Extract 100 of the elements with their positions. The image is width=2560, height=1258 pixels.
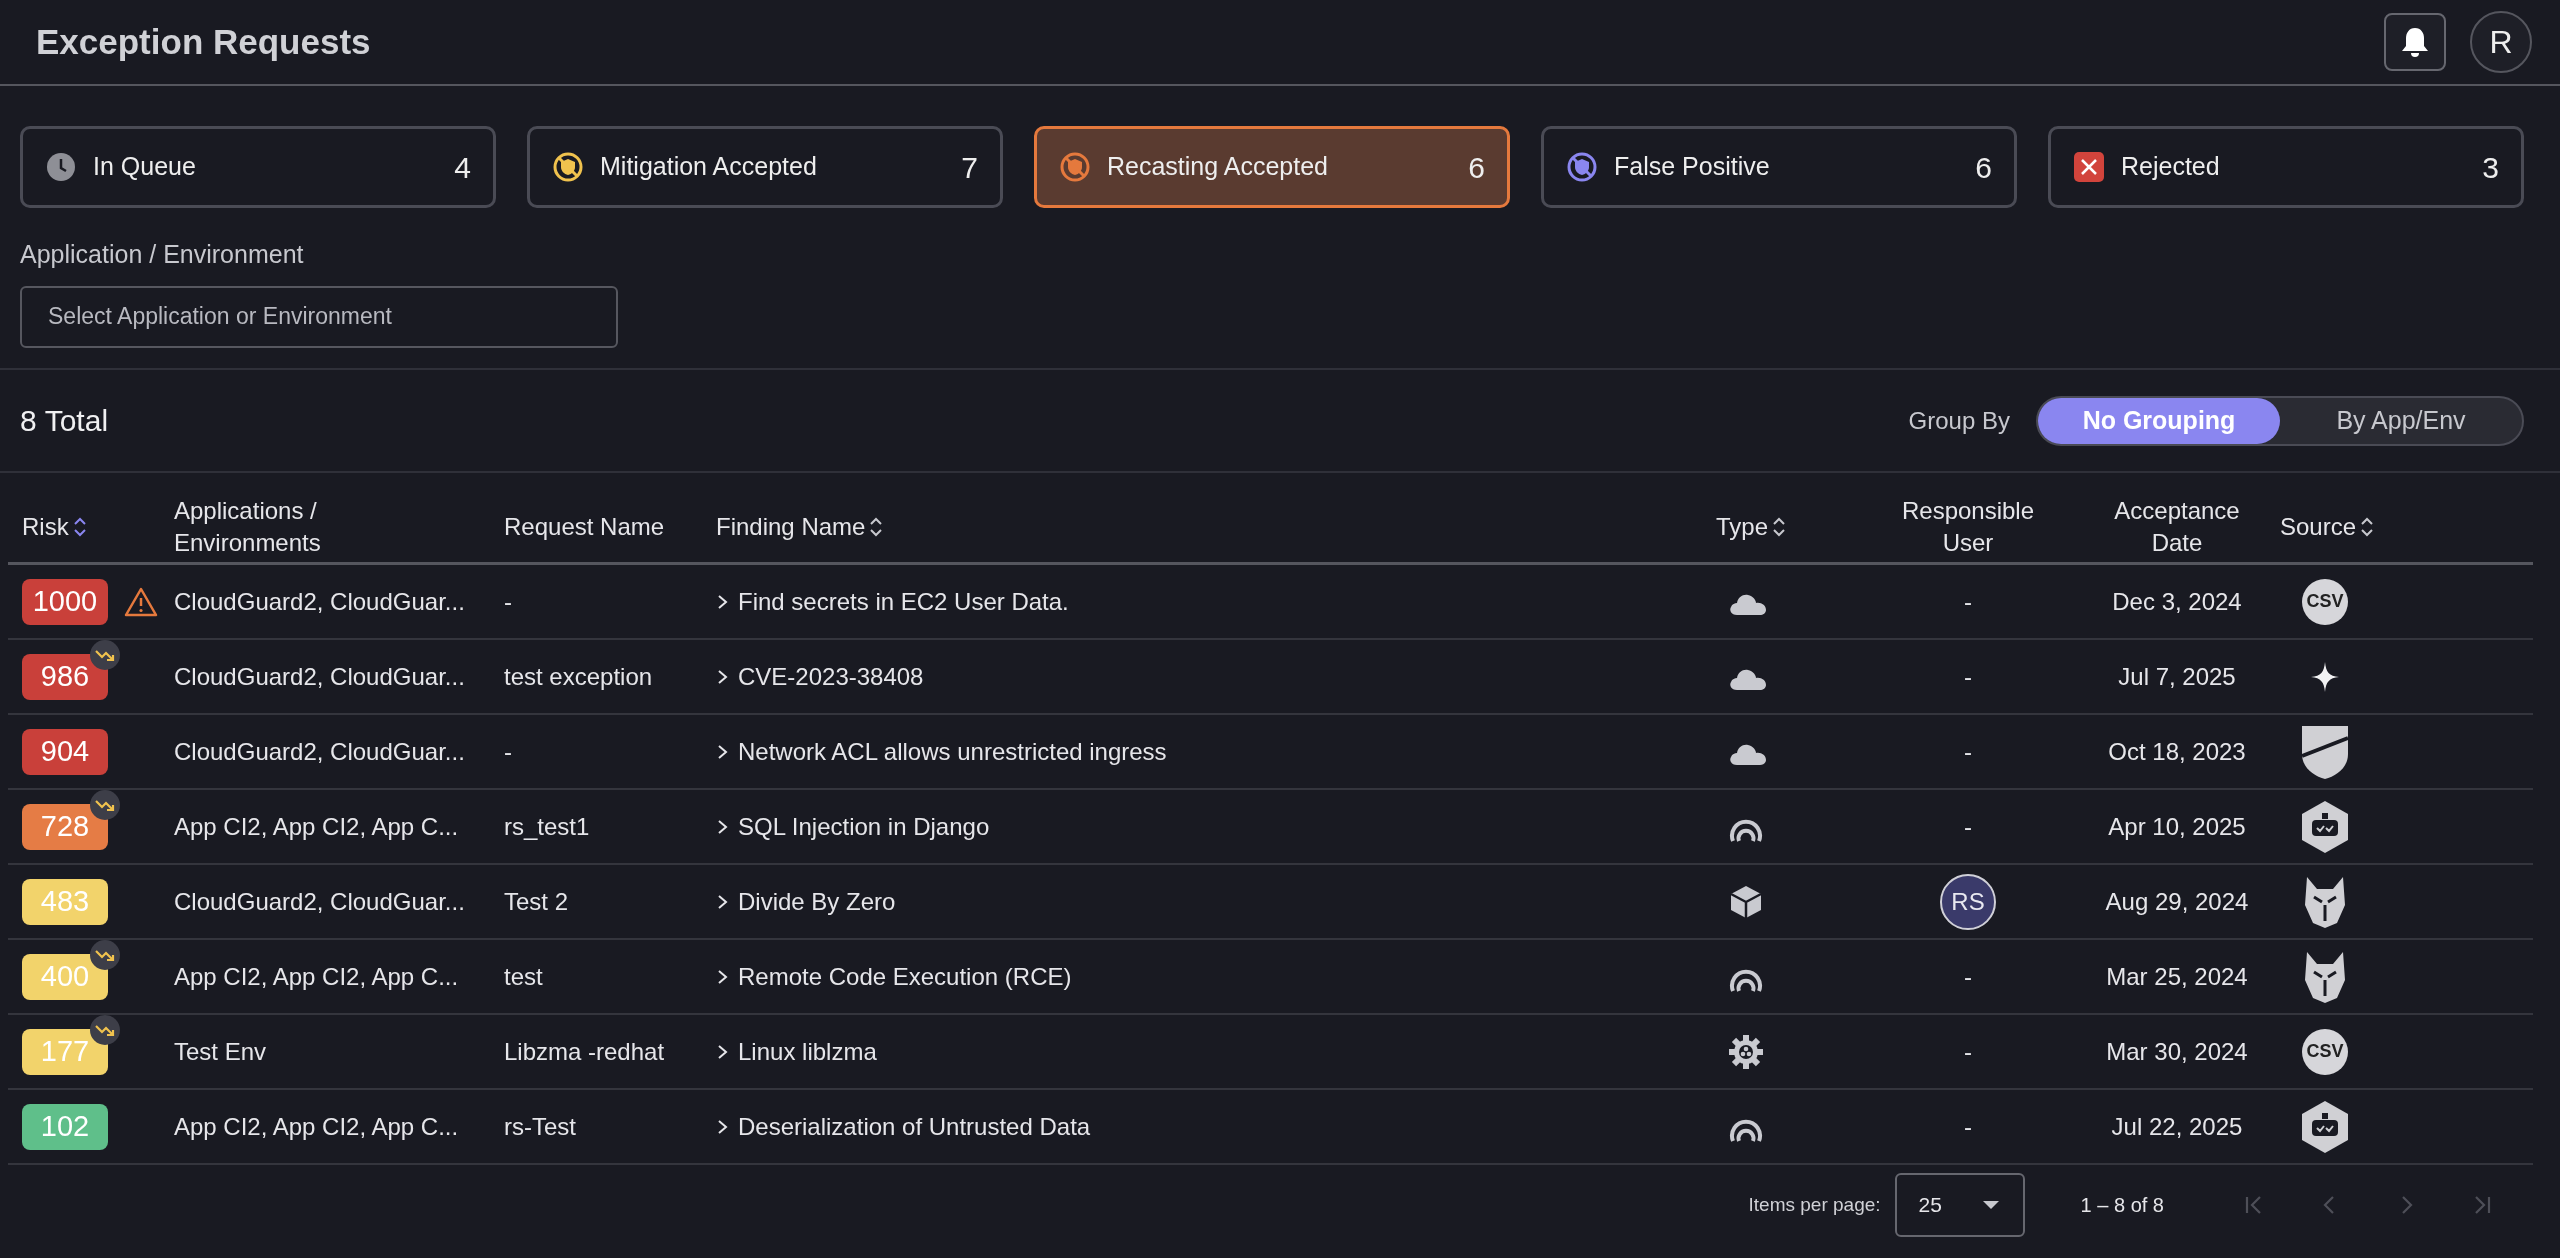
chevron-icon[interactable]	[716, 1042, 730, 1061]
robot-icon	[2300, 799, 2350, 854]
status-label: Recasting Accepted	[1107, 151, 1328, 183]
acceptance-date-cell-text: Aug 29, 2024	[2105, 886, 2249, 917]
request-name-cell: rs_test1	[504, 812, 590, 840]
applications-cell: Test Env	[174, 1037, 267, 1065]
applications-cell: CloudGuard2, CloudGuar...	[174, 737, 465, 765]
finding-name-cell-text: Linux liblzma	[738, 1036, 877, 1067]
status-filter-card[interactable]: False Positive 6	[1541, 126, 2017, 208]
status-count: 6	[1468, 149, 1485, 186]
request-name-cell: Test 2	[504, 887, 569, 915]
risk-score: 483	[22, 878, 108, 925]
page-title: Exception Requests	[36, 21, 371, 63]
finding-name-cell-text: Find secrets in EC2 User Data.	[738, 586, 1069, 617]
risk-score: 728	[22, 803, 108, 850]
shield-slash-icon	[552, 151, 584, 183]
status-count: 7	[961, 149, 978, 186]
status-label: Mitigation Accepted	[600, 151, 817, 183]
column-header: Acceptance Date	[2113, 496, 2241, 558]
robot-icon	[2300, 1099, 2350, 1154]
csv-icon: CSV	[2302, 578, 2348, 625]
column-header[interactable]: Type	[1716, 510, 1769, 543]
filter-label: Application / Environment	[20, 239, 305, 270]
applications-cell: CloudGuard2, CloudGuar...	[174, 587, 465, 615]
acceptance-date-cell-text: Mar 25, 2024	[2106, 961, 2248, 992]
csv-icon: CSV	[2302, 1028, 2348, 1075]
application-environment-field[interactable]: Select Application or Environment	[20, 285, 618, 348]
status-count: 4	[454, 149, 471, 186]
acceptance-date-cell-text: Jul 7, 2025	[2118, 661, 2236, 692]
column-header: Responsible User	[1900, 496, 2036, 558]
status-filter-card[interactable]: Rejected 3	[2048, 126, 2524, 208]
finding-name-cell-text: Deserialization of Untrusted Data	[738, 1111, 1091, 1142]
clock-icon	[45, 151, 77, 183]
applications-cell: CloudGuard2, CloudGuar...	[174, 887, 465, 915]
column-header: Request Name	[504, 511, 665, 542]
page-range: 1 – 8 of 8	[2080, 1193, 2164, 1218]
column-header[interactable]: Finding Name	[716, 510, 866, 543]
status-count: 6	[1975, 149, 1992, 186]
responsible-user-cell-text: -	[1964, 1036, 1972, 1067]
request-name-cell: rs-Test	[504, 1112, 576, 1140]
risk-score: 177	[22, 1028, 108, 1075]
chevron-icon[interactable]	[716, 892, 730, 911]
finding-name-cell-text: Remote Code Execution (RCE)	[738, 961, 1072, 992]
acceptance-date-cell-text: Mar 30, 2024	[2106, 1036, 2248, 1067]
cube-icon	[1728, 884, 1764, 921]
request-name-cell: test	[504, 962, 543, 990]
shield-slash-icon	[1059, 151, 1091, 183]
gear-icon	[1728, 1034, 1764, 1071]
acceptance-date-cell-text: Oct 18, 2023	[2108, 736, 2246, 767]
chevron-icon[interactable]	[716, 742, 730, 761]
finding-name-cell-text: CVE-2023-38408	[738, 661, 924, 692]
column-header[interactable]: Source	[2280, 510, 2357, 543]
items-per-page-select[interactable]: 25	[1894, 1173, 2025, 1237]
items-per-page-label: Items per page:	[1748, 1192, 1881, 1217]
applications-cell: App CI2, App CI2, App C...	[174, 1112, 459, 1140]
shield-slash-icon	[1566, 151, 1598, 183]
request-name-cell: -	[504, 737, 512, 765]
risk-score: 400	[22, 953, 108, 1000]
chevron-icon[interactable]	[716, 667, 730, 686]
user-avatar: RS	[1940, 873, 1996, 930]
risk-score: 1000	[22, 578, 108, 625]
request-name-cell: -	[504, 587, 512, 615]
total-count: 8	[20, 403, 37, 439]
finding-name-cell-text: Network ACL allows unrestricted ingress	[738, 736, 1167, 767]
acceptance-date-cell-text: Jul 22, 2025	[2111, 1111, 2243, 1142]
chevron-icon[interactable]	[716, 1117, 730, 1136]
status-label: False Positive	[1614, 151, 1770, 183]
finding-name-cell-text: Divide By Zero	[738, 886, 896, 917]
status-filter-card[interactable]: In Queue 4	[20, 126, 496, 208]
chevron-icon[interactable]	[716, 967, 730, 986]
notifications-button[interactable]	[2384, 13, 2446, 71]
risk-score: 904	[22, 728, 108, 775]
column-header: Applications / Environments	[174, 496, 322, 558]
shield-icon	[2300, 723, 2350, 780]
status-filter-card[interactable]: Recasting Accepted 6	[1034, 126, 1510, 208]
responsible-user-cell-text: -	[1964, 661, 1972, 692]
column-header[interactable]: Risk	[22, 510, 69, 543]
chevron-icon[interactable]	[716, 592, 730, 611]
risk-score: 102	[22, 1103, 108, 1150]
responsible-user-cell-text: -	[1964, 736, 1972, 767]
acceptance-date-cell-text: Dec 3, 2024	[2112, 586, 2242, 617]
group-by-label: Group By	[1908, 405, 2010, 436]
bell-icon	[2400, 26, 2430, 58]
acceptance-date-cell-text: Apr 10, 2025	[2108, 811, 2246, 842]
status-count: 3	[2482, 149, 2499, 186]
grouping-option[interactable]: By App/Env	[2280, 397, 2522, 444]
risk-score: 986	[22, 653, 108, 700]
status-label: Rejected	[2121, 151, 2220, 183]
responsible-user-cell-text: -	[1964, 1111, 1972, 1142]
request-name-cell: Libzma -redhat	[504, 1037, 665, 1065]
close-icon	[2073, 151, 2105, 183]
applications-cell: CloudGuard2, CloudGuar...	[174, 662, 465, 690]
status-filter-card[interactable]: Mitigation Accepted 7	[527, 126, 1003, 208]
responsible-user-cell-text: -	[1964, 961, 1972, 992]
request-name-cell: test exception	[504, 662, 653, 690]
chevron-icon[interactable]	[716, 817, 730, 836]
total-label: Total	[44, 403, 109, 439]
status-label: In Queue	[93, 151, 196, 183]
applications-cell: App CI2, App CI2, App C...	[174, 812, 459, 840]
user-avatar[interactable]: R	[2470, 11, 2532, 73]
